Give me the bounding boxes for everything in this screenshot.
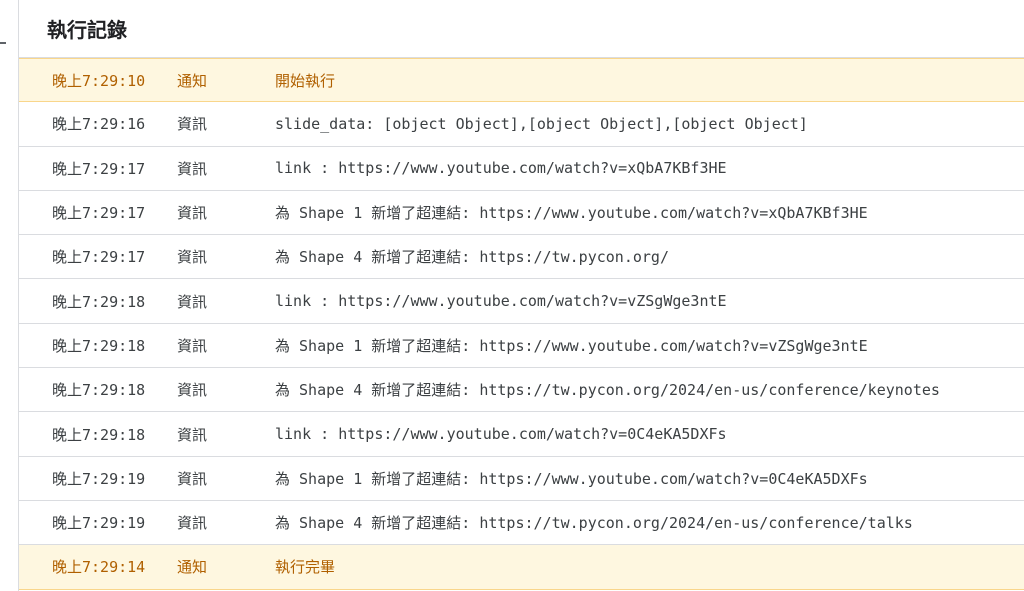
- collapse-dash-icon[interactable]: [0, 42, 6, 44]
- log-row: 晚上7:29:10 通知 開始執行: [19, 58, 1024, 103]
- log-time: 晚上7:29:19: [52, 514, 146, 533]
- log-message: 開始執行: [275, 71, 336, 90]
- log-message: link : https://www.youtube.com/watch?v=v…: [275, 292, 727, 311]
- panel-header: 執行記錄: [19, 0, 1024, 58]
- log-message: 為 Shape 1 新增了超連結: https://www.youtube.co…: [275, 469, 868, 488]
- log-time: 晚上7:29:17: [52, 248, 146, 267]
- log-row: 晚上7:29:17 資訊 link : https://www.youtube.co…: [19, 147, 1024, 191]
- log-level: 通知: [177, 558, 208, 577]
- log-row: 晚上7:29:16 資訊 slide_data: [object Object],[…: [19, 102, 1024, 147]
- log-level: 資訊: [177, 514, 208, 533]
- log-list: 晚上7:29:10 通知 開始執行晚上7:29:16 資訊 slide_data: [o…: [19, 58, 1024, 590]
- log-level: 資訊: [177, 115, 208, 134]
- log-time: 晚上7:29:17: [52, 204, 146, 223]
- log-message: link : https://www.youtube.com/watch?v=0…: [275, 425, 727, 444]
- log-time: 晚上7:29:18: [52, 425, 146, 444]
- log-row: 晚上7:29:18 資訊 為 Shape 4 新增了超連結: https://tw.…: [19, 368, 1024, 413]
- log-level: 資訊: [177, 336, 208, 355]
- log-row: 晚上7:29:17 資訊 為 Shape 4 新增了超連結: https://tw.…: [19, 235, 1024, 280]
- log-row: 晚上7:29:17 資訊 為 Shape 1 新增了超連結: https://www…: [19, 191, 1024, 236]
- log-time: 晚上7:29:16: [52, 115, 146, 134]
- log-level: 資訊: [177, 204, 208, 223]
- log-level: 資訊: [177, 292, 208, 311]
- log-message: link : https://www.youtube.com/watch?v=x…: [275, 159, 727, 178]
- log-level: 資訊: [177, 425, 208, 444]
- log-row: 晚上7:29:18 資訊 link : https://www.youtube.co…: [19, 279, 1024, 324]
- log-row: 晚上7:29:18 資訊 為 Shape 1 新增了超連結: https://www…: [19, 324, 1024, 369]
- log-time: 晚上7:29:10: [52, 71, 146, 90]
- log-message: 為 Shape 4 新增了超連結: https://tw.pycon.org/2…: [275, 381, 940, 400]
- log-time: 晚上7:29:18: [52, 292, 146, 311]
- log-time: 晚上7:29:18: [52, 336, 146, 355]
- log-level: 資訊: [177, 381, 208, 400]
- log-message: slide_data: [object Object],[object Obje…: [275, 114, 808, 133]
- log-level: 資訊: [177, 469, 208, 488]
- log-time: 晚上7:29:18: [52, 381, 146, 400]
- log-level: 通知: [177, 71, 208, 90]
- log-time: 晚上7:29:19: [52, 469, 146, 488]
- left-sidebar-edge: [0, 0, 19, 591]
- log-message: 為 Shape 1 新增了超連結: https://www.youtube.co…: [275, 336, 868, 355]
- log-row: 晚上7:29:19 資訊 為 Shape 4 新增了超連結: https://tw.…: [19, 501, 1024, 546]
- log-time: 晚上7:29:17: [52, 159, 146, 178]
- log-message: 為 Shape 4 新增了超連結: https://tw.pycon.org/: [275, 248, 669, 267]
- log-message: 執行完畢: [275, 558, 336, 577]
- log-message: 為 Shape 4 新增了超連結: https://tw.pycon.org/2…: [275, 514, 913, 533]
- log-time: 晚上7:29:14: [52, 558, 146, 577]
- execution-log-panel: 執行記錄 晚上7:29:10 通知 開始執行晚上7:29:16 資訊 slide_dat…: [19, 0, 1024, 591]
- log-level: 資訊: [177, 248, 208, 267]
- log-row: 晚上7:29:19 資訊 為 Shape 1 新增了超連結: https://www…: [19, 457, 1024, 501]
- log-level: 資訊: [177, 159, 208, 178]
- log-message: 為 Shape 1 新增了超連結: https://www.youtube.co…: [275, 204, 868, 223]
- log-row: 晚上7:29:14 通知 執行完畢: [19, 545, 1024, 590]
- log-row: 晚上7:29:18 資訊 link : https://www.youtube.co…: [19, 412, 1024, 457]
- panel-title: 執行記錄: [47, 18, 127, 42]
